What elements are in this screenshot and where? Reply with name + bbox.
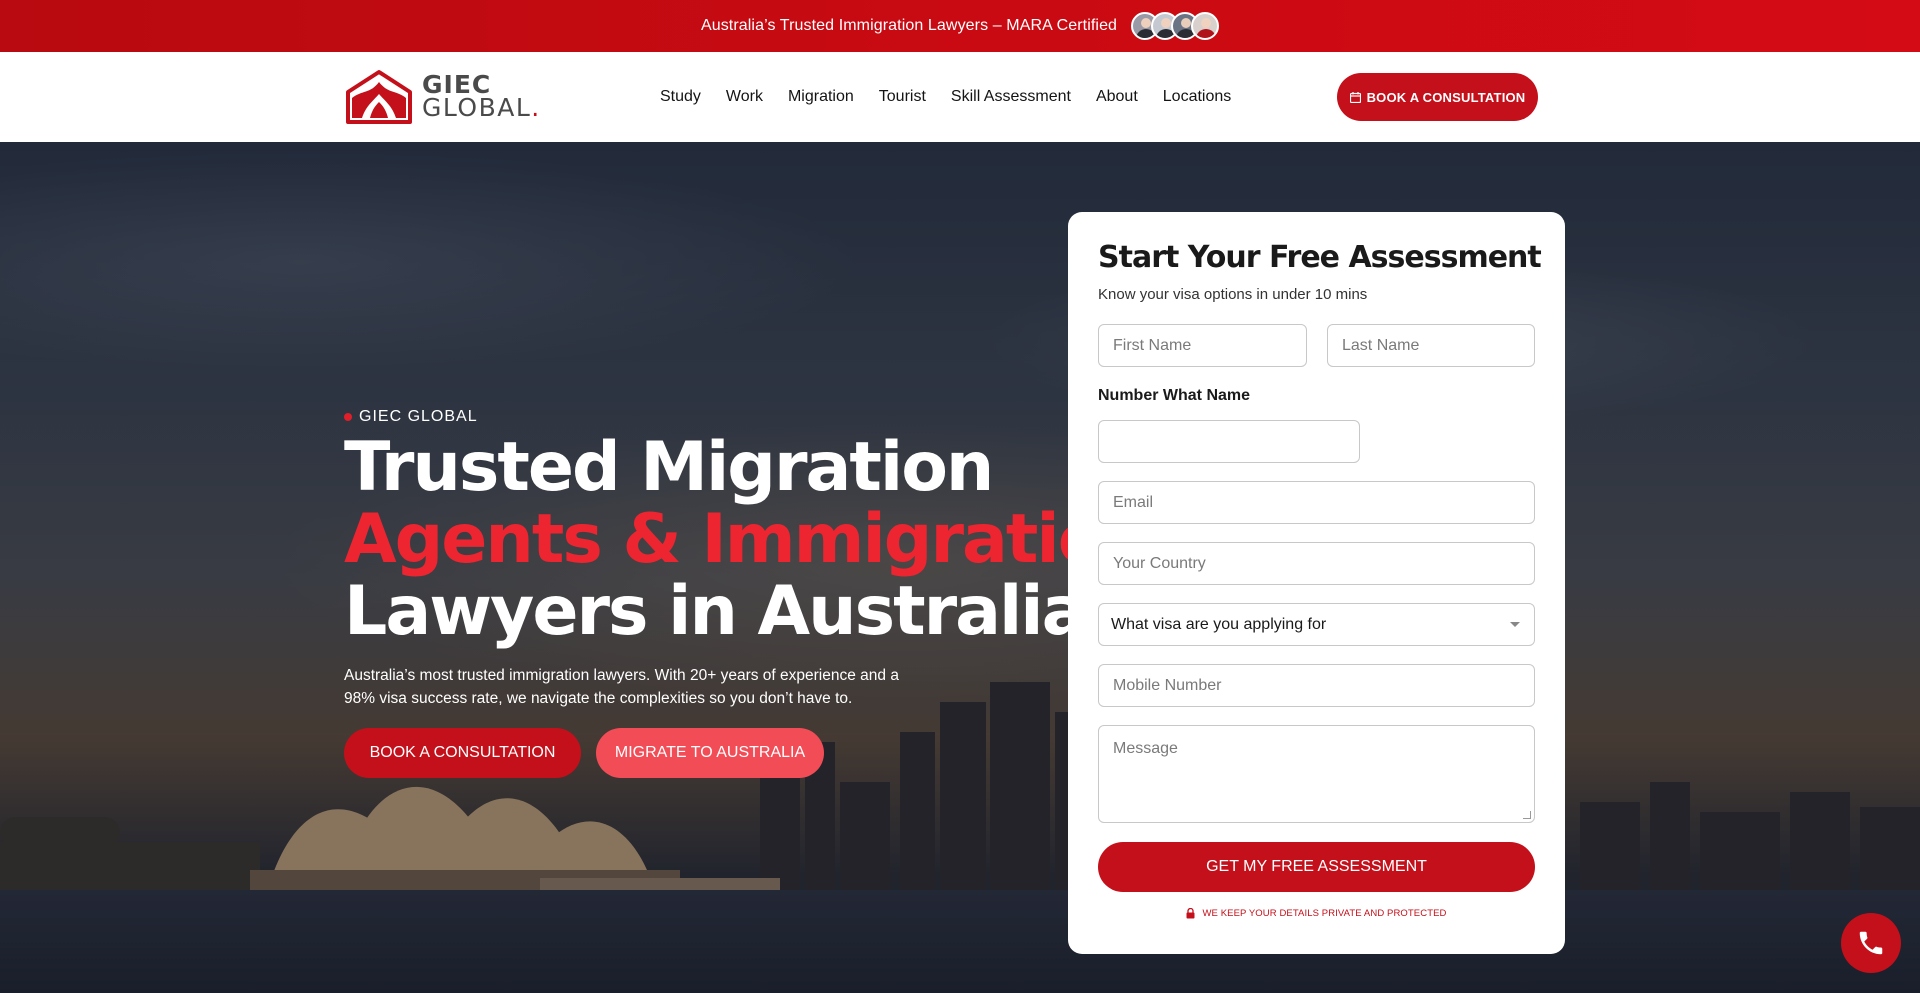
email-input[interactable]: Email [1098, 481, 1535, 524]
privacy-note: WE KEEP YOUR DETAILS PRIVATE AND PROTECT… [1068, 908, 1565, 919]
logo-text-global: GLOBAL [422, 93, 532, 122]
eyebrow-text: GIEC GLOBAL [359, 408, 478, 425]
lawyer-avatars [1131, 12, 1220, 40]
chevron-down-icon [1510, 622, 1520, 627]
number-field-label: Number What Name [1098, 387, 1251, 404]
lawyer-avatar-4 [1191, 12, 1220, 40]
message-textarea[interactable]: Message [1098, 725, 1535, 823]
navbar: GIEC GLOBAL. Study Work Migration Touris… [0, 52, 1920, 142]
assessment-form-card: Start Your Free Assessment Know your vis… [1068, 212, 1565, 954]
nav-item-locations[interactable]: Locations [1163, 88, 1232, 106]
hero-title-line-3: Lawyers in Australia [344, 572, 1088, 651]
privacy-text: WE KEEP YOUR DETAILS PRIVATE AND PROTECT… [1202, 908, 1447, 919]
hero-description: Australia’s most trusted immigration law… [344, 667, 899, 707]
nav-item-tourist[interactable]: Tourist [879, 88, 926, 106]
first-name-input[interactable]: First Name [1098, 324, 1307, 367]
hero-eyebrow: GIEC GLOBAL [344, 408, 478, 426]
resize-handle-icon[interactable] [1523, 811, 1531, 819]
number-input[interactable] [1098, 420, 1360, 463]
phone-icon [1859, 931, 1883, 955]
visa-type-select[interactable]: What visa are you applying for [1098, 603, 1535, 646]
visa-select-value: What visa are you applying for [1111, 615, 1327, 633]
form-title: Start Your Free Assessment [1098, 240, 1542, 275]
banner-text: Australia’s Trusted Immigration Lawyers … [700, 17, 1118, 34]
form-subtitle: Know your visa options in under 10 mins [1098, 286, 1368, 303]
hero-migrate-button[interactable]: MIGRATE TO AUSTRALIA [596, 728, 824, 778]
country-input[interactable]: Your Country [1098, 542, 1535, 585]
calendar-icon [1349, 91, 1361, 103]
hero-title: Trusted Migration Agents & Immigration L… [344, 428, 1151, 651]
nav-cta-label: BOOK A CONSULTATION [1366, 89, 1526, 105]
hero-section: GIEC GLOBAL Trusted Migration Agents & I… [0, 142, 1920, 993]
hero-title-line-1: Trusted Migration [344, 428, 994, 507]
hero-book-consultation-button[interactable]: BOOK A CONSULTATION [344, 728, 581, 778]
hero-title-line-2: Agents & Immigration [344, 500, 1151, 579]
get-free-assessment-button[interactable]: GET MY FREE ASSESSMENT [1098, 842, 1535, 892]
message-placeholder: Message [1113, 740, 1178, 757]
nav-item-migration[interactable]: Migration [788, 88, 854, 106]
top-banner: Australia’s Trusted Immigration Lawyers … [0, 0, 1920, 52]
nav-item-about[interactable]: About [1096, 88, 1138, 106]
nav-item-study[interactable]: Study [660, 88, 701, 106]
nav-book-consultation-button[interactable]: BOOK A CONSULTATION [1337, 73, 1538, 121]
mobile-number-input[interactable]: Mobile Number [1098, 664, 1535, 707]
main-nav: Study Work Migration Tourist Skill Asses… [660, 52, 1231, 142]
last-name-input[interactable]: Last Name [1327, 324, 1535, 367]
giec-global-logo[interactable]: GIEC GLOBAL. [344, 68, 541, 124]
eyebrow-dot [344, 413, 352, 421]
logo-dot: . [531, 93, 541, 122]
nav-item-work[interactable]: Work [726, 88, 763, 106]
logo-house-icon [346, 70, 412, 124]
lock-icon [1186, 908, 1195, 919]
call-button[interactable] [1841, 913, 1901, 973]
nav-item-skill-assessment[interactable]: Skill Assessment [951, 88, 1071, 106]
